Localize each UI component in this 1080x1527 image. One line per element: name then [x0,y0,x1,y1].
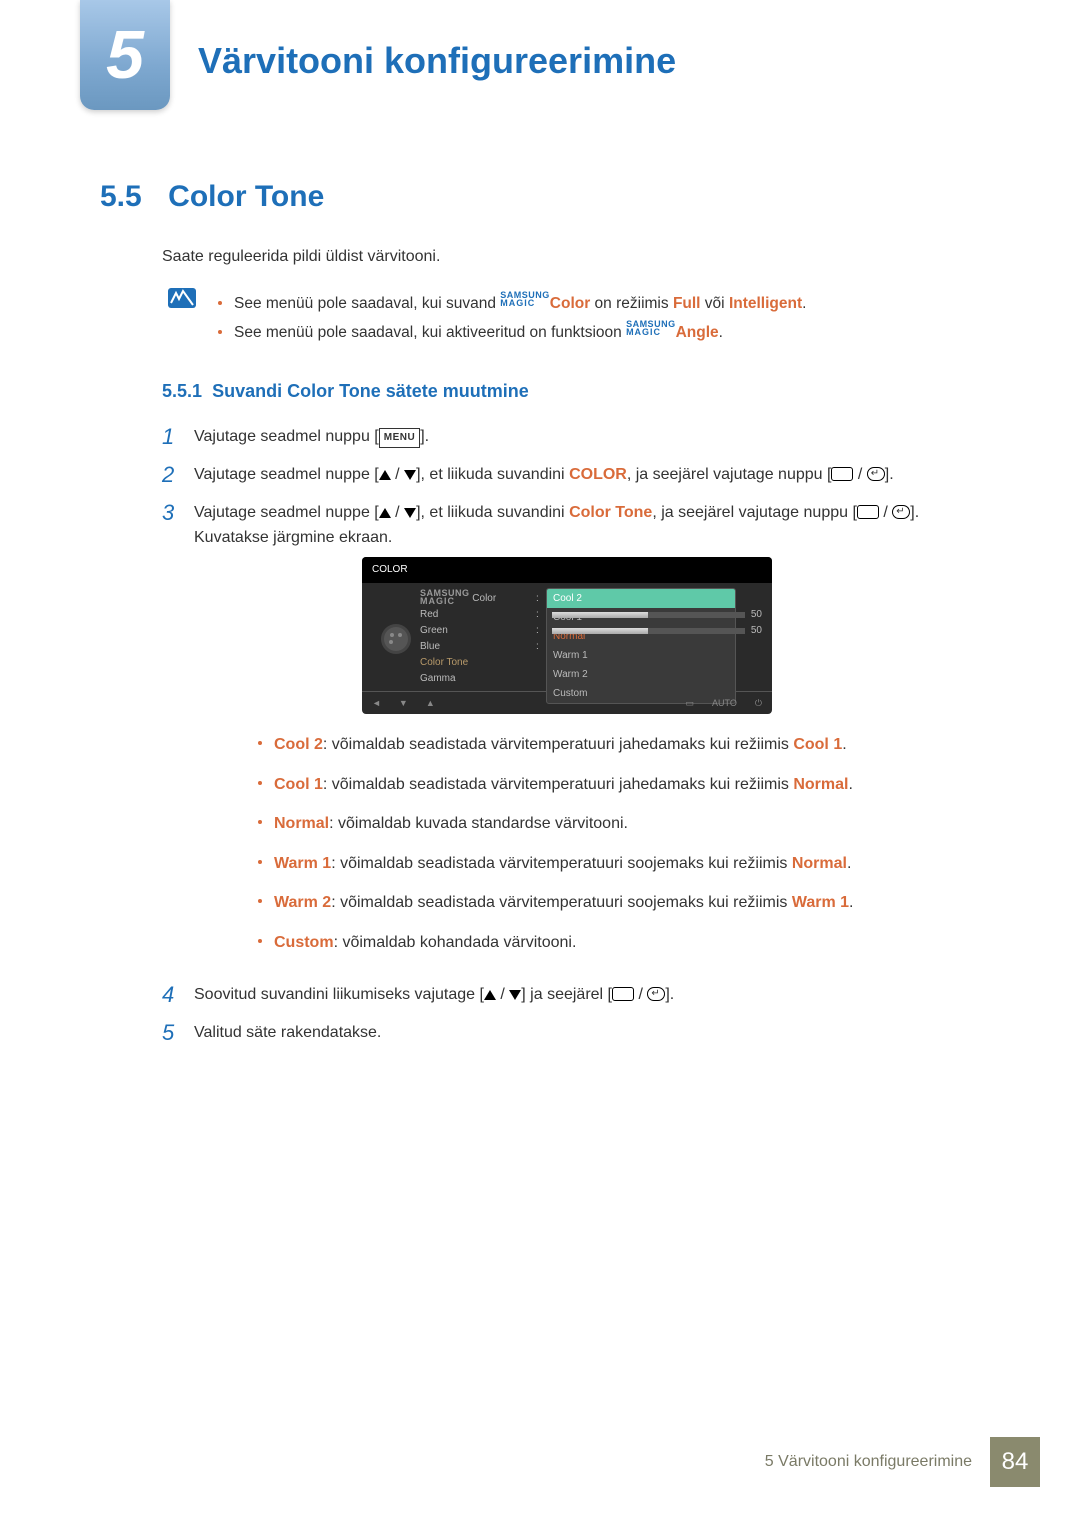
enter-icon [612,987,634,1001]
list-item: Cool 2: võimaldab seadistada värvitemper… [258,732,940,758]
up-arrow-icon [484,990,496,1000]
source-icon [892,505,910,519]
section-heading: 5.5 Color Tone [100,180,940,214]
step-number: 2 [162,462,194,488]
note-item: See menüü pole saadaval, kui suvand SAMS… [218,292,940,315]
footer-text: 5 Värvitooni konfigureerimine [765,1453,972,1471]
samsung-magic-logo: SAMSUNGMAGIC [500,291,550,307]
osd-screenshot: COLOR SAMSUNGMAGIC Color Red Green [362,557,772,714]
osd-icon-col [372,591,420,687]
dropdown-item: Warm 1 [547,646,735,665]
steps-list: 1 Vajutage seadmel nuppu [MENU]. 2 Vajut… [162,424,940,1046]
step: 5 Valitud säte rakendatakse. [162,1020,940,1046]
step-text: Valitud säte rakendatakse. [194,1020,940,1046]
chapter-number: 5 [106,16,144,94]
list-item: Cool 1: võimaldab seadistada värvitemper… [258,772,940,798]
page-header: 5 Värvitooni konfigureerimine [0,0,1080,120]
text: . [802,295,806,312]
content: 5.5 Color Tone Saate reguleerida pildi ü… [0,180,1080,1046]
note-block: See menüü pole saadaval, kui suvand SAMS… [168,286,940,351]
text: Full [673,295,701,312]
samsung-magic-logo: SAMSUNGMAGIC [626,320,676,336]
source-icon [867,467,885,481]
note-item: See menüü pole saadaval, kui aktiveeritu… [218,321,940,344]
page-number: 84 [990,1437,1040,1487]
option-descriptions: Cool 2: võimaldab seadistada värvitemper… [258,732,940,956]
step: 2 Vajutage seadmel nuppe [ / ], et liiku… [162,462,940,488]
step: 4 Soovitud suvandini liikumiseks vajutag… [162,982,940,1008]
enter-icon [857,505,879,519]
step-text: Soovitud suvandini liikumiseks vajutage … [194,982,940,1008]
list-item: Custom: võimaldab kohandada värvitooni. [258,930,940,956]
text: Color [550,295,590,312]
text: See menüü pole saadaval, kui suvand [234,295,500,312]
step-number: 4 [162,982,194,1008]
enter-icon: ▭ [686,696,695,710]
text: Intelligent [729,295,802,312]
dropdown-item: Warm 2 [547,665,735,684]
auto-label: AUTO [712,696,737,710]
power-icon: ⏻ [755,696,762,710]
subsection-number: 5.5.1 [162,381,202,401]
step-number: 1 [162,424,194,450]
down-icon: ▼ [399,696,408,710]
menu-button-label: MENU [379,428,420,448]
text: on režiimis [590,295,673,312]
osd-dropdown: Cool 2 Cool 1 Normal Warm 1 Warm 2 Custo… [546,588,736,704]
list-item: Normal: võimaldab kuvada standardse värv… [258,811,940,837]
page-footer: 5 Värvitooni konfigureerimine 84 [765,1437,1040,1487]
subsection-heading: 5.5.1 Suvandi Color Tone sätete muutmine [162,381,940,402]
palette-icon [381,624,411,654]
step-text: Vajutage seadmel nuppe [ / ], et liikuda… [194,500,940,970]
step-text: Vajutage seadmel nuppu [MENU]. [194,424,940,450]
step: 1 Vajutage seadmel nuppu [MENU]. [162,424,940,450]
list-item: Warm 2: võimaldab seadistada värvitemper… [258,890,940,916]
osd-labels: SAMSUNGMAGIC Color Red Green Blue Color … [420,591,530,687]
left-icon: ◄ [372,696,381,710]
slider [552,612,745,618]
subsection-title: Suvandi Color Tone sätete muutmine [212,381,529,401]
text: See menüü pole saadaval, kui aktiveeritu… [234,324,626,341]
step: 3 Vajutage seadmel nuppe [ / ], et liiku… [162,500,940,970]
list-item: Warm 1: võimaldab seadistada värvitemper… [258,851,940,877]
up-arrow-icon [379,508,391,518]
step-number: 3 [162,500,194,970]
down-arrow-icon [509,990,521,1000]
chapter-title: Värvitooni konfigureerimine [198,40,676,82]
step-number: 5 [162,1020,194,1046]
section-number: 5.5 [100,180,142,214]
down-arrow-icon [404,508,416,518]
step-text: Vajutage seadmel nuppe [ / ], et liikuda… [194,462,940,488]
source-icon [647,987,665,1001]
slider [552,628,745,634]
section-title: Color Tone [168,180,324,214]
manual-page: 5 Värvitooni konfigureerimine 5.5 Color … [0,0,1080,1527]
osd-body: SAMSUNGMAGIC Color Red Green Blue Color … [362,583,772,691]
osd-values: :Off :50 :50 : Cool 2 Cool 1 Normal Warm… [530,591,762,687]
samsung-magic-logo: SAMSUNGMAGIC [420,589,470,605]
section-intro: Saate reguleerida pildi üldist värvitoon… [162,248,940,266]
chapter-badge: 5 [80,0,170,110]
note-list: See menüü pole saadaval, kui suvand SAMS… [218,286,940,351]
text: . [719,324,723,341]
osd-title: COLOR [362,557,772,583]
down-arrow-icon [404,470,416,480]
up-arrow-icon [379,470,391,480]
dropdown-item: Cool 2 [547,589,735,608]
up-icon: ▲ [426,696,435,710]
enter-icon [831,467,853,481]
text: või [701,295,729,312]
text: Angle [676,324,719,341]
note-icon [168,288,196,308]
